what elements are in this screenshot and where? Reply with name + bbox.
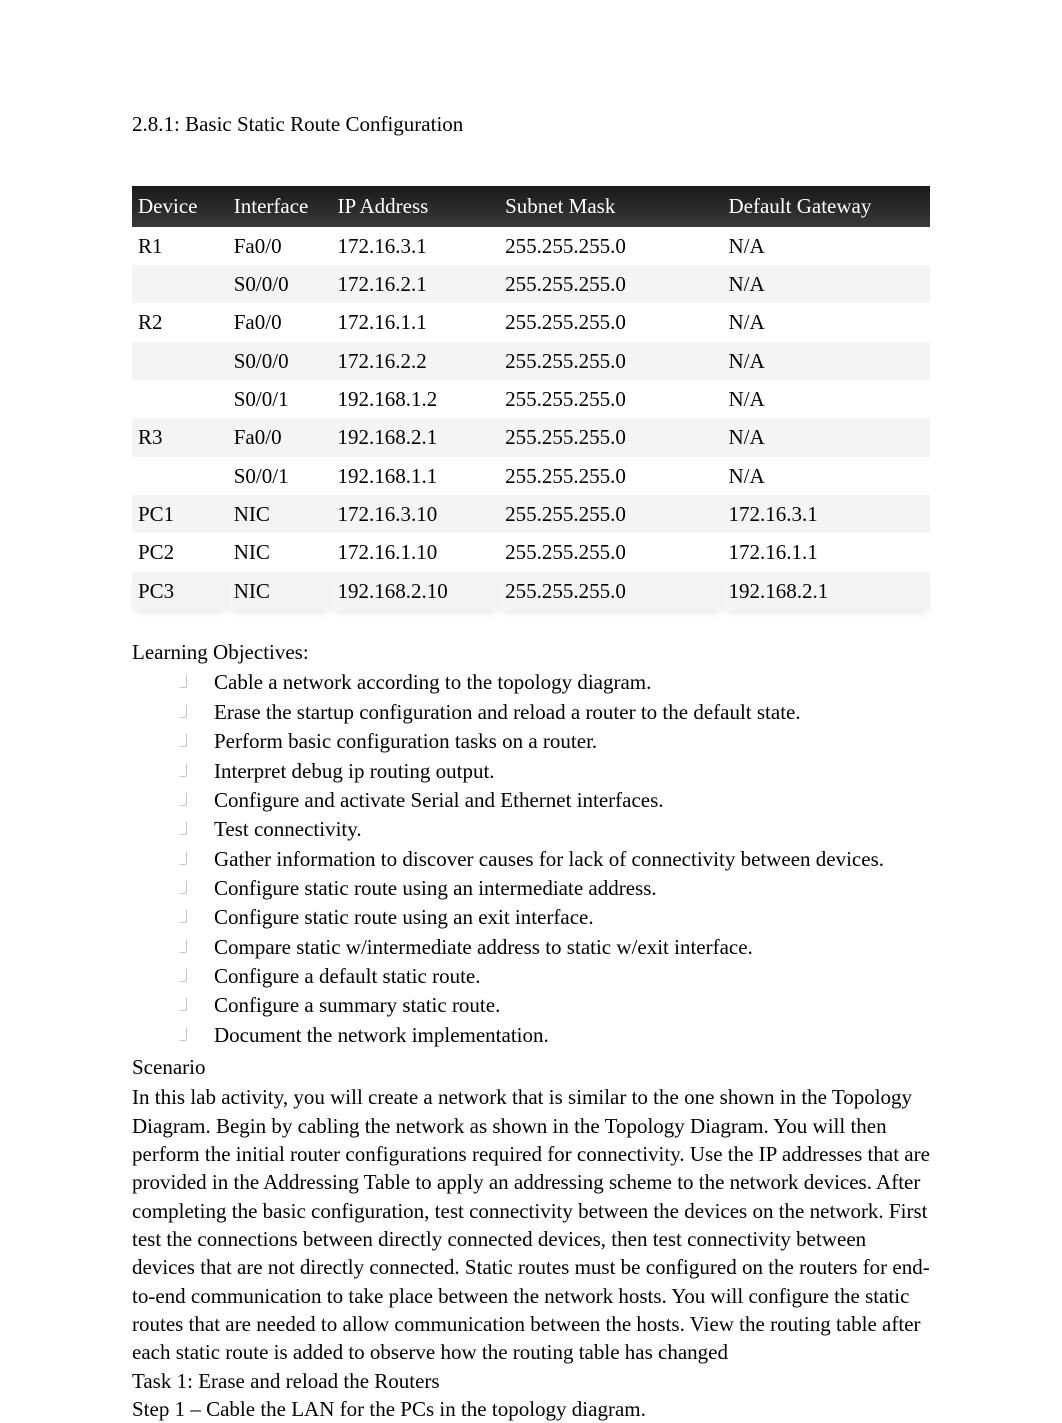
- cell-mask: 255.255.255.0: [499, 533, 722, 571]
- cell-device: [132, 380, 228, 418]
- cell-mask: 255.255.255.0: [499, 418, 722, 456]
- cell-gw: 172.16.3.1: [723, 495, 931, 533]
- cell-gw: N/A: [723, 342, 931, 380]
- cell-mask: 255.255.255.0: [499, 227, 722, 265]
- list-item: Compare static w/intermediate address to…: [180, 933, 930, 961]
- list-item: Configure a summary static route.: [180, 991, 930, 1019]
- cell-gw: 192.168.2.1: [723, 572, 931, 610]
- cell-ip: 172.16.3.10: [331, 495, 499, 533]
- cell-device: PC2: [132, 533, 228, 571]
- cell-ip: 192.168.2.10: [331, 572, 499, 610]
- th-interface: Interface: [228, 186, 332, 226]
- list-item: Configure static route using an exit int…: [180, 903, 930, 931]
- cell-iface: S0/0/1: [228, 457, 332, 495]
- cell-iface: S0/0/0: [228, 342, 332, 380]
- table-row: PC3 NIC 192.168.2.10 255.255.255.0 192.1…: [132, 572, 930, 610]
- cell-device: [132, 342, 228, 380]
- cell-device: R2: [132, 303, 228, 341]
- table-row: S0/0/1 192.168.1.1 255.255.255.0 N/A: [132, 457, 930, 495]
- cell-mask: 255.255.255.0: [499, 265, 722, 303]
- cell-ip: 192.168.1.1: [331, 457, 499, 495]
- table-row: PC2 NIC 172.16.1.10 255.255.255.0 172.16…: [132, 533, 930, 571]
- list-item: Interpret debug ip routing output.: [180, 757, 930, 785]
- table-row: R3 Fa0/0 192.168.2.1 255.255.255.0 N/A: [132, 418, 930, 456]
- cell-ip: 172.16.3.1: [331, 227, 499, 265]
- page-title: 2.8.1: Basic Static Route Configuration: [132, 110, 930, 138]
- th-device: Device: [132, 186, 228, 226]
- list-item: Test connectivity.: [180, 815, 930, 843]
- cell-ip: 172.16.2.2: [331, 342, 499, 380]
- table-row: S0/0/0 172.16.2.2 255.255.255.0 N/A: [132, 342, 930, 380]
- table-row: S0/0/1 192.168.1.2 255.255.255.0 N/A: [132, 380, 930, 418]
- document-page: 2.8.1: Basic Static Route Configuration …: [0, 0, 1062, 1423]
- list-item: Perform basic configuration tasks on a r…: [180, 727, 930, 755]
- cell-gw: N/A: [723, 265, 931, 303]
- cell-mask: 255.255.255.0: [499, 380, 722, 418]
- cell-device: [132, 265, 228, 303]
- cell-device: PC1: [132, 495, 228, 533]
- cell-mask: 255.255.255.0: [499, 495, 722, 533]
- cell-iface: Fa0/0: [228, 227, 332, 265]
- addressing-table: Device Interface IP Address Subnet Mask …: [132, 186, 930, 610]
- cell-iface: Fa0/0: [228, 418, 332, 456]
- learning-objectives-heading: Learning Objectives:: [132, 638, 930, 666]
- cell-device: [132, 457, 228, 495]
- table-row: R2 Fa0/0 172.16.1.1 255.255.255.0 N/A: [132, 303, 930, 341]
- cell-iface: NIC: [228, 572, 332, 610]
- cell-iface: S0/0/1: [228, 380, 332, 418]
- cell-ip: 172.16.1.1: [331, 303, 499, 341]
- cell-ip: 172.16.2.1: [331, 265, 499, 303]
- cell-iface: NIC: [228, 533, 332, 571]
- step-1-text: Step 1 – Cable the LAN for the PCs in th…: [132, 1395, 930, 1423]
- cell-device: R1: [132, 227, 228, 265]
- cell-mask: 255.255.255.0: [499, 303, 722, 341]
- task-1-heading: Task 1: Erase and reload the Routers: [132, 1367, 930, 1395]
- table-body: R1 Fa0/0 172.16.3.1 255.255.255.0 N/A S0…: [132, 227, 930, 610]
- learning-objectives-list: Cable a network according to the topolog…: [132, 668, 930, 1048]
- th-ip: IP Address: [331, 186, 499, 226]
- table-row: R1 Fa0/0 172.16.3.1 255.255.255.0 N/A: [132, 227, 930, 265]
- cell-gw: N/A: [723, 457, 931, 495]
- cell-mask: 255.255.255.0: [499, 342, 722, 380]
- cell-iface: NIC: [228, 495, 332, 533]
- cell-gw: 172.16.1.1: [723, 533, 931, 571]
- cell-device: R3: [132, 418, 228, 456]
- cell-iface: S0/0/0: [228, 265, 332, 303]
- list-item: Cable a network according to the topolog…: [180, 668, 930, 696]
- cell-gw: N/A: [723, 227, 931, 265]
- table-row: S0/0/0 172.16.2.1 255.255.255.0 N/A: [132, 265, 930, 303]
- list-item: Configure and activate Serial and Ethern…: [180, 786, 930, 814]
- cell-ip: 172.16.1.10: [331, 533, 499, 571]
- cell-gw: N/A: [723, 380, 931, 418]
- scenario-body: In this lab activity, you will create a …: [132, 1083, 930, 1366]
- cell-ip: 192.168.1.2: [331, 380, 499, 418]
- cell-mask: 255.255.255.0: [499, 457, 722, 495]
- table-row: PC1 NIC 172.16.3.10 255.255.255.0 172.16…: [132, 495, 930, 533]
- scenario-heading: Scenario: [132, 1053, 930, 1081]
- th-gateway: Default Gateway: [723, 186, 931, 226]
- cell-iface: Fa0/0: [228, 303, 332, 341]
- list-item: Document the network implementation.: [180, 1021, 930, 1049]
- cell-device: PC3: [132, 572, 228, 610]
- list-item: Erase the startup configuration and relo…: [180, 698, 930, 726]
- cell-gw: N/A: [723, 303, 931, 341]
- cell-mask: 255.255.255.0: [499, 572, 722, 610]
- table-header-row: Device Interface IP Address Subnet Mask …: [132, 186, 930, 226]
- list-item: Configure static route using an intermed…: [180, 874, 930, 902]
- cell-ip: 192.168.2.1: [331, 418, 499, 456]
- list-item: Gather information to discover causes fo…: [180, 845, 930, 873]
- th-mask: Subnet Mask: [499, 186, 722, 226]
- cell-gw: N/A: [723, 418, 931, 456]
- list-item: Configure a default static route.: [180, 962, 930, 990]
